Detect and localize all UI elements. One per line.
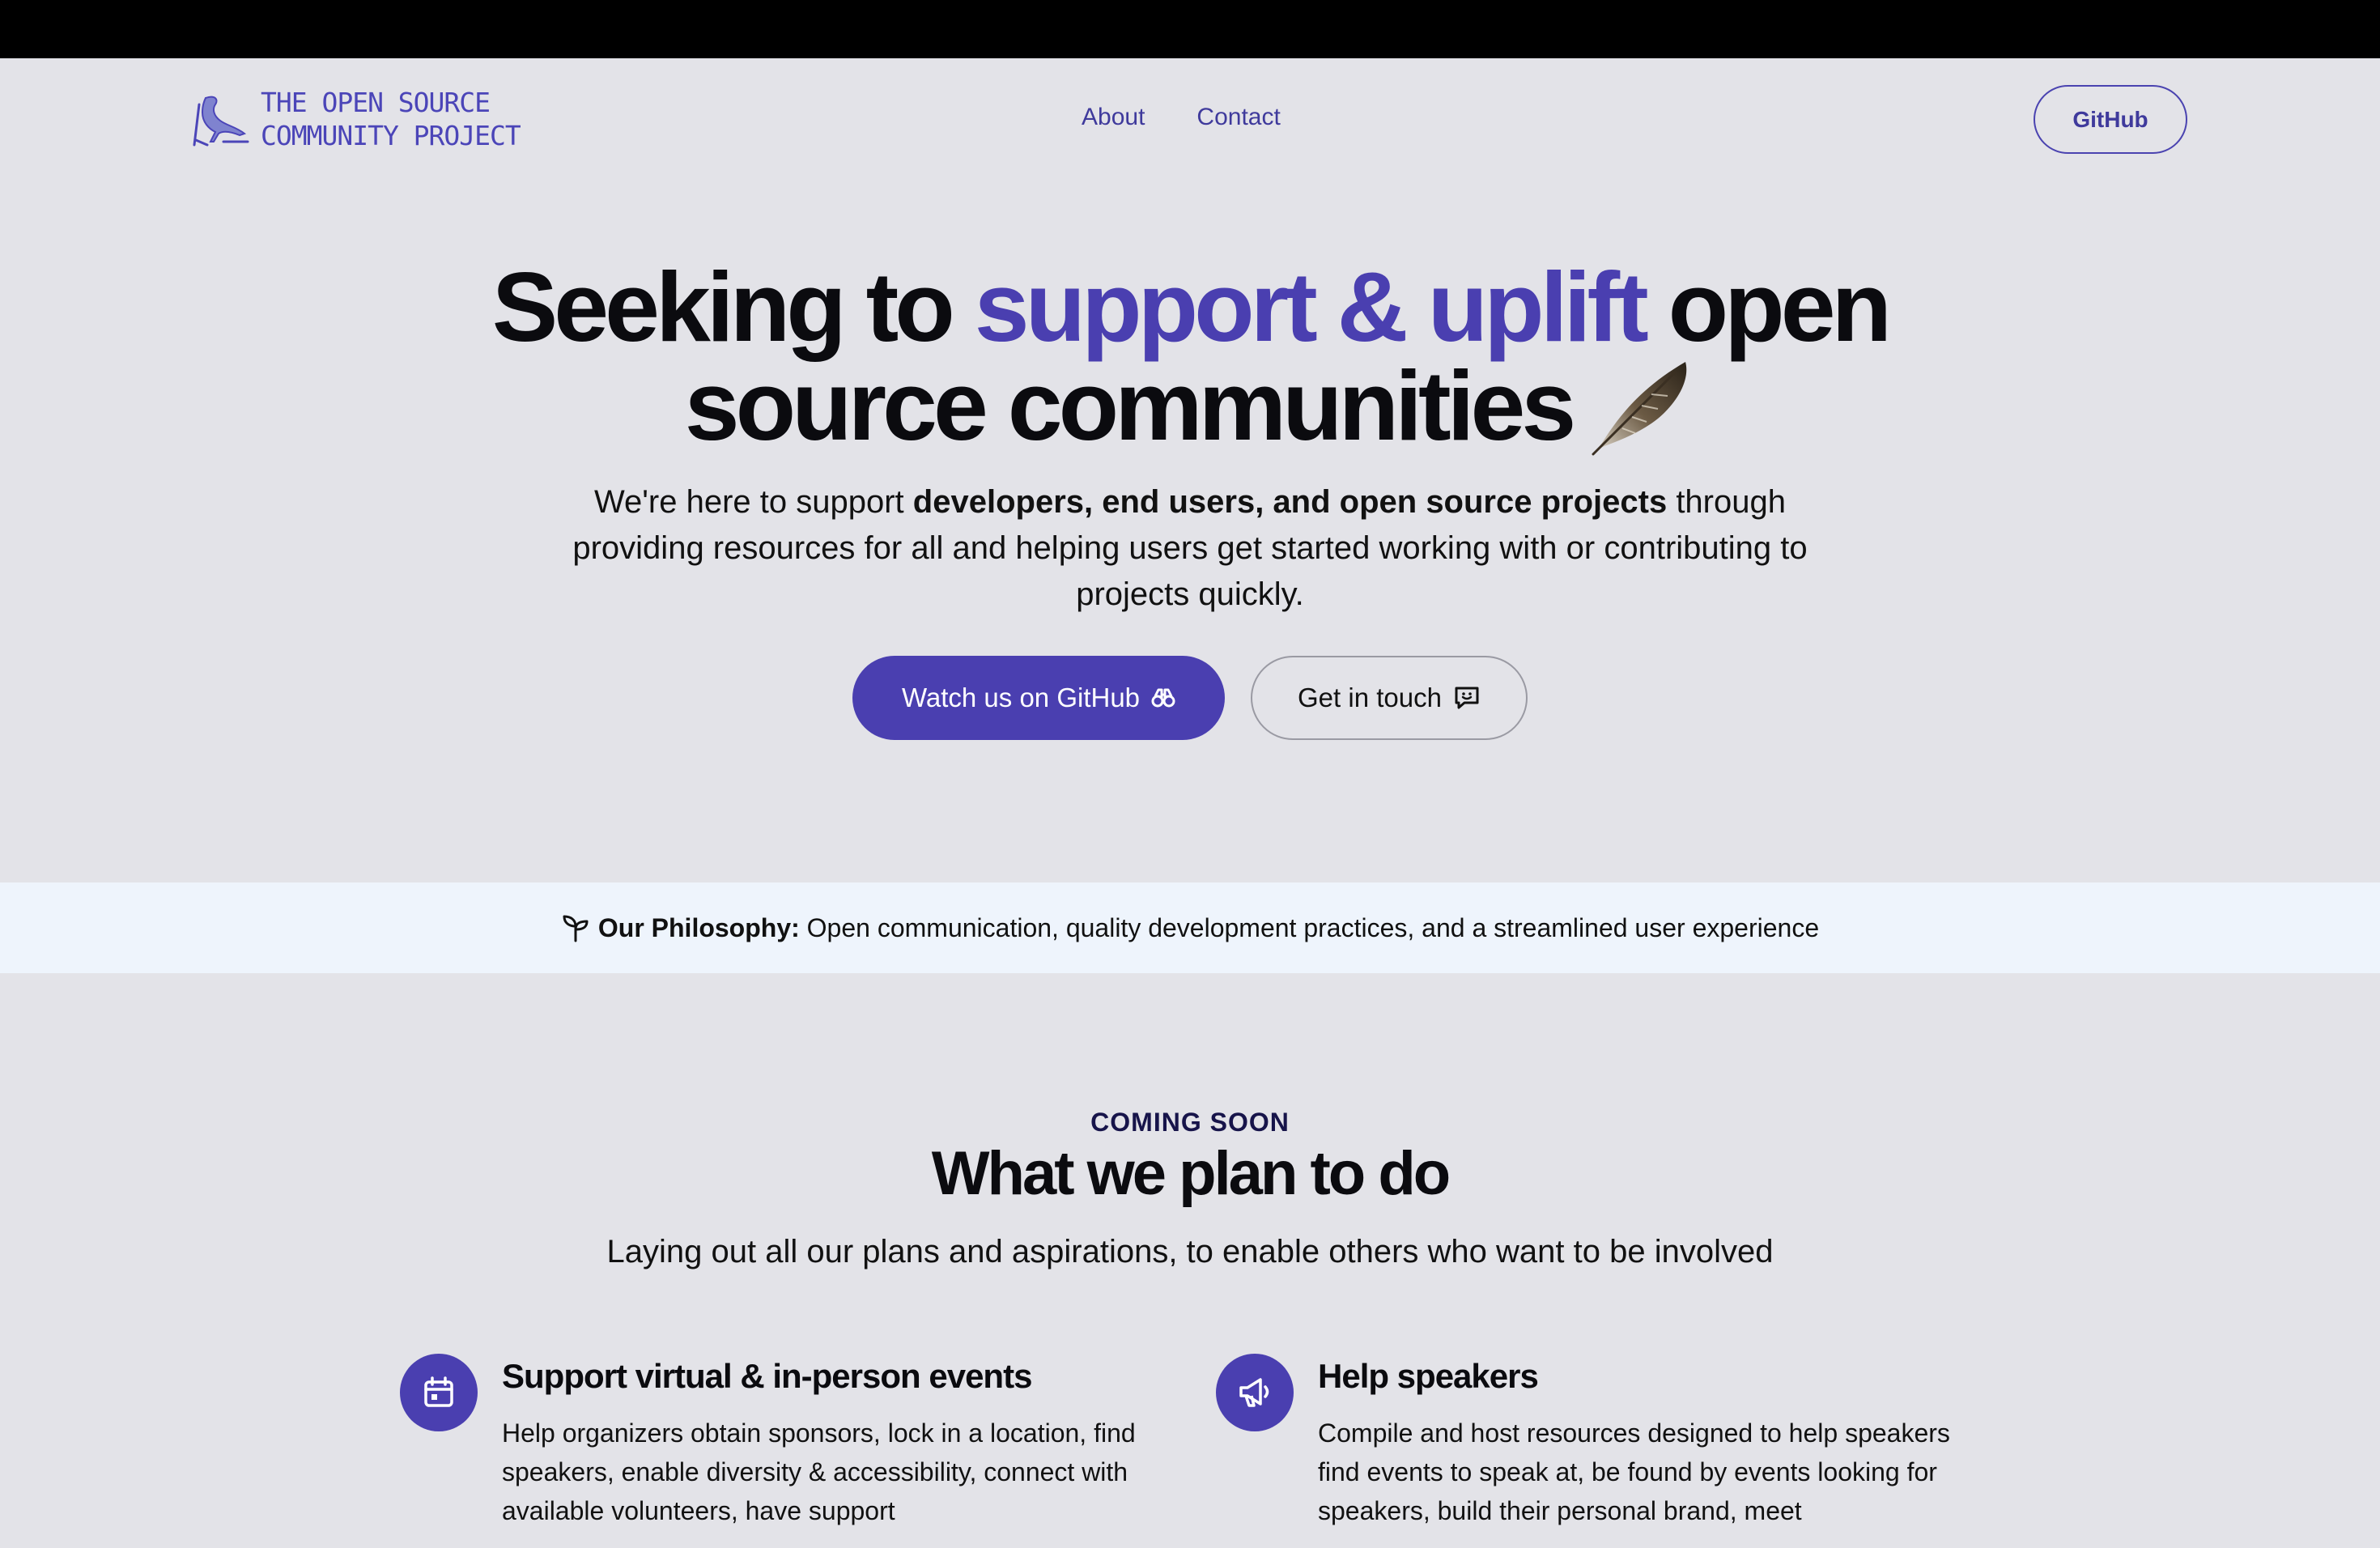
- hero-sub-bold: developers, end users, and open source p…: [912, 484, 1668, 520]
- main-nav: About Contact: [1082, 104, 1281, 131]
- section-eyebrow: COMING SOON: [1090, 1108, 1290, 1137]
- get-in-touch-label: Get in touch: [1298, 683, 1442, 712]
- watch-github-label: Watch us on GitHub: [901, 683, 1141, 712]
- feather-icon: [1592, 361, 1687, 456]
- nav-contact-link[interactable]: Contact: [1196, 104, 1280, 131]
- philosophy-band: Our Philosophy: Open communication, qual…: [0, 882, 2380, 973]
- chat-smile-icon: [1455, 687, 1479, 709]
- get-in-touch-button[interactable]: Get in touch: [1251, 656, 1528, 740]
- section-title: What we plan to do: [931, 1139, 1451, 1208]
- hero-sub-part-1: We're here to support: [594, 484, 913, 520]
- feature-speakers-icon-circle: [1216, 1354, 1294, 1431]
- hero-title-part-1: Seeking to: [491, 252, 975, 362]
- philosophy-label: Our Philosophy:: [597, 912, 800, 942]
- calendar-icon: [424, 1376, 453, 1407]
- logo-line-2: Community Project: [261, 120, 521, 151]
- feature-speakers: Help speakers Compile and host resources…: [1216, 1354, 1957, 1530]
- logo-line-1: The Open Source: [261, 87, 491, 118]
- philosophy-text: Open communication, quality development …: [799, 912, 1820, 942]
- cta-row: Watch us on GitHub Get in touch: [852, 656, 1528, 740]
- sprout-icon: [563, 915, 589, 942]
- hero-subtitle: We're here to support developers, end us…: [559, 479, 1821, 618]
- section-subtitle: Laying out all our plans and aspirations…: [606, 1234, 1774, 1269]
- feature-events-title: Support virtual & in-person events: [502, 1357, 1032, 1395]
- feature-events: Support virtual & in-person events Help …: [400, 1354, 1141, 1530]
- site-logo[interactable]: The Open Source Community Project: [191, 86, 521, 152]
- heron-logo-icon: [193, 96, 249, 147]
- logo-text: The Open Source Community Project: [261, 86, 521, 152]
- watch-github-button[interactable]: Watch us on GitHub: [852, 656, 1225, 740]
- hero-title: Seeking to support & uplift open source …: [380, 257, 2000, 456]
- megaphone-icon: [1239, 1378, 1269, 1407]
- feature-events-icon-circle: [400, 1354, 478, 1431]
- nav-about-link[interactable]: About: [1082, 104, 1145, 131]
- hero-title-accent: support & uplift: [974, 252, 1649, 362]
- feature-speakers-title: Help speakers: [1318, 1357, 1539, 1395]
- site-header: The Open Source Community Project About …: [0, 58, 2380, 180]
- binoculars-icon: [1151, 688, 1175, 708]
- feature-events-text: Help organizers obtain sponsors, lock in…: [502, 1418, 1136, 1525]
- github-button[interactable]: GitHub: [2034, 85, 2187, 154]
- feature-speakers-text: Compile and host resources designed to h…: [1318, 1418, 1950, 1525]
- browser-top-bar: [0, 0, 2380, 58]
